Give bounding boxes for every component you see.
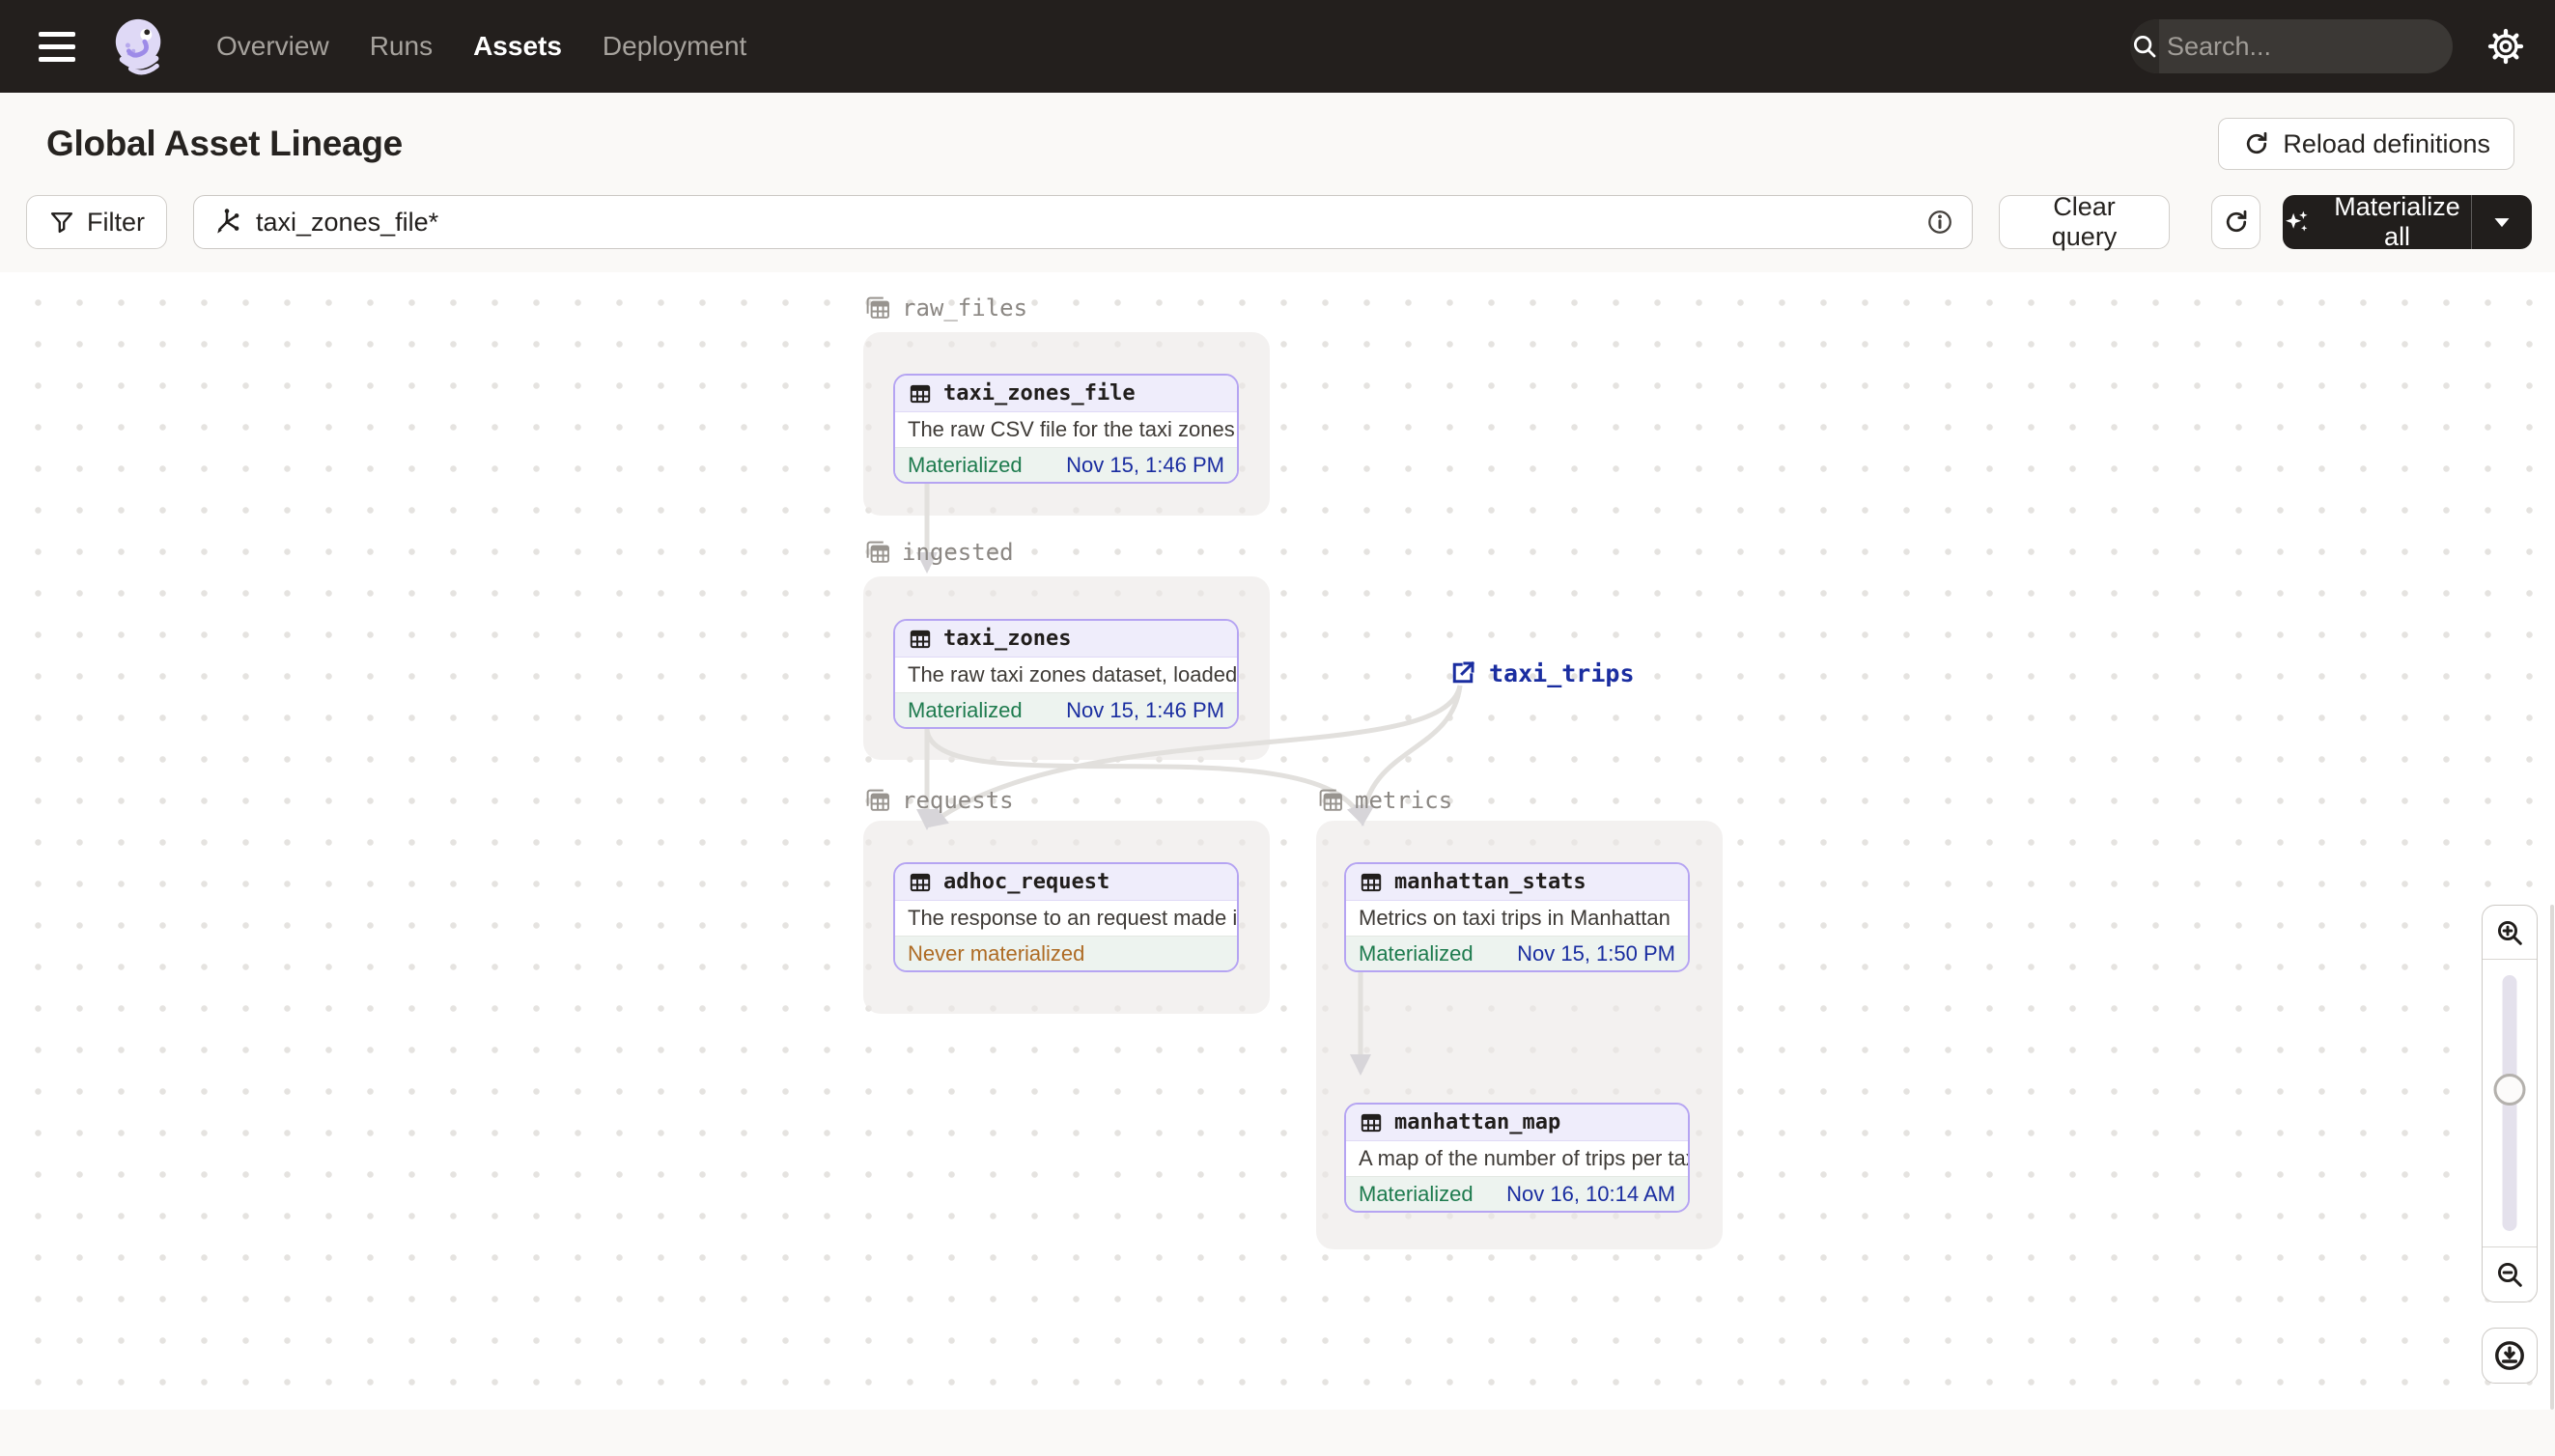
- materialize-all-button[interactable]: Materialize all: [2283, 192, 2532, 251]
- menu-icon[interactable]: [39, 21, 89, 71]
- filter-button[interactable]: Filter: [26, 195, 167, 249]
- status-badge: Never materialized: [908, 940, 1085, 966]
- asset-description: The raw CSV file for the taxi zones dat.…: [908, 417, 1237, 441]
- asset-query-input[interactable]: [256, 207, 1912, 238]
- asset-node-adhoc-request[interactable]: adhoc_request The response to an request…: [893, 862, 1239, 972]
- asset-node-manhattan-map[interactable]: manhattan_map A map of the number of tri…: [1344, 1103, 1690, 1213]
- reload-definitions-button[interactable]: Reload definitions: [2218, 118, 2514, 170]
- filter-funnel-icon: [50, 212, 73, 234]
- nav-item-deployment[interactable]: Deployment: [603, 31, 746, 62]
- materialization-timestamp: Nov 15, 1:46 PM: [1066, 452, 1224, 477]
- asset-name: adhoc_request: [943, 870, 1110, 894]
- group-tables-icon: [1319, 789, 1342, 811]
- asset-description: Metrics on taxi trips in Manhattan: [1359, 906, 1671, 930]
- status-badge: Materialized: [908, 697, 1023, 722]
- asset-node-taxi-zones-file[interactable]: taxi_zones_file The raw CSV file for the…: [893, 374, 1239, 484]
- nav-item-assets[interactable]: Assets: [473, 31, 562, 62]
- sparkles-icon: [2286, 210, 2309, 232]
- search-input[interactable]: [2159, 31, 2453, 62]
- materialization-timestamp: Nov 15, 1:50 PM: [1517, 940, 1675, 966]
- asset-node-taxi-zones[interactable]: taxi_zones The raw taxi zones dataset, l…: [893, 619, 1239, 729]
- group-tables-icon: [866, 789, 889, 811]
- zoom-out-button[interactable]: [2483, 1247, 2537, 1302]
- nav-item-runs[interactable]: Runs: [370, 31, 433, 62]
- asset-description: The response to an request made in th...: [908, 906, 1238, 930]
- group-tables-icon: [866, 296, 889, 319]
- asset-name: taxi_zones_file: [943, 381, 1136, 406]
- group-label-ingested[interactable]: ingested: [863, 538, 1014, 567]
- zoom-slider[interactable]: [2483, 960, 2537, 1247]
- asset-description: The raw taxi zones dataset, loaded int..…: [908, 662, 1238, 686]
- materialize-options-dropdown[interactable]: [2472, 216, 2532, 228]
- asset-node-manhattan-stats[interactable]: manhattan_stats Metrics on taxi trips in…: [1344, 862, 1690, 972]
- table-icon: [1361, 1113, 1382, 1132]
- asset-graph-query-icon: [217, 209, 239, 234]
- refresh-icon: [2226, 210, 2247, 233]
- nav-item-overview[interactable]: Overview: [216, 31, 329, 62]
- table-icon: [910, 630, 931, 648]
- zoom-slider-thumb[interactable]: [2493, 1074, 2526, 1106]
- table-icon: [910, 384, 931, 403]
- caret-down-icon: [2494, 218, 2510, 228]
- table-icon: [1361, 873, 1382, 891]
- dagster-logo[interactable]: [110, 16, 170, 76]
- global-search[interactable]: /: [2130, 19, 2453, 73]
- top-nav-bar: Overview Runs Assets Deployment /: [0, 0, 2555, 93]
- external-link-icon: [1452, 660, 1475, 684]
- search-icon: [2130, 19, 2159, 73]
- zoom-in-button[interactable]: [2483, 906, 2537, 960]
- materialization-timestamp: Nov 16, 10:14 AM: [1506, 1181, 1675, 1206]
- status-badge: Materialized: [908, 452, 1023, 477]
- asset-query-box[interactable]: [193, 195, 1973, 249]
- download-image-button[interactable]: [2482, 1328, 2538, 1384]
- download-icon: [2495, 1341, 2524, 1370]
- group-label-raw-files[interactable]: raw_files: [863, 294, 1027, 322]
- reload-icon: [2247, 131, 2267, 154]
- zoom-out-icon: [2497, 1262, 2522, 1287]
- status-badge: Materialized: [1359, 1181, 1474, 1206]
- asset-description: A map of the number of trips per taxi z.…: [1359, 1146, 1688, 1170]
- info-icon[interactable]: [1925, 208, 1954, 237]
- vertical-scrollbar[interactable]: [2550, 905, 2554, 1410]
- group-tables-icon: [866, 541, 889, 563]
- lineage-edges: [916, 484, 1463, 1076]
- group-label-requests[interactable]: requests: [863, 786, 1014, 815]
- asset-name: manhattan_map: [1394, 1110, 1561, 1134]
- clear-query-button[interactable]: Clear query: [1999, 192, 2171, 251]
- status-badge: Materialized: [1359, 940, 1474, 966]
- asset-name: manhattan_stats: [1394, 870, 1586, 894]
- asset-name: taxi_zones: [943, 627, 1072, 651]
- materialization-timestamp: Nov 15, 1:46 PM: [1066, 697, 1224, 722]
- gear-icon[interactable]: [2482, 22, 2530, 70]
- table-icon: [910, 873, 931, 891]
- zoom-in-icon: [2497, 920, 2522, 945]
- external-asset-taxi-trips[interactable]: taxi_trips: [1448, 658, 1635, 687]
- lineage-canvas[interactable]: raw_files ingested requests metrics taxi…: [0, 272, 2555, 1410]
- primary-nav: Overview Runs Assets Deployment: [216, 31, 746, 62]
- group-label-metrics[interactable]: metrics: [1316, 786, 1452, 815]
- refresh-button[interactable]: [2211, 195, 2261, 249]
- page-title: Global Asset Lineage: [46, 124, 403, 163]
- zoom-control-panel: [2482, 905, 2538, 1302]
